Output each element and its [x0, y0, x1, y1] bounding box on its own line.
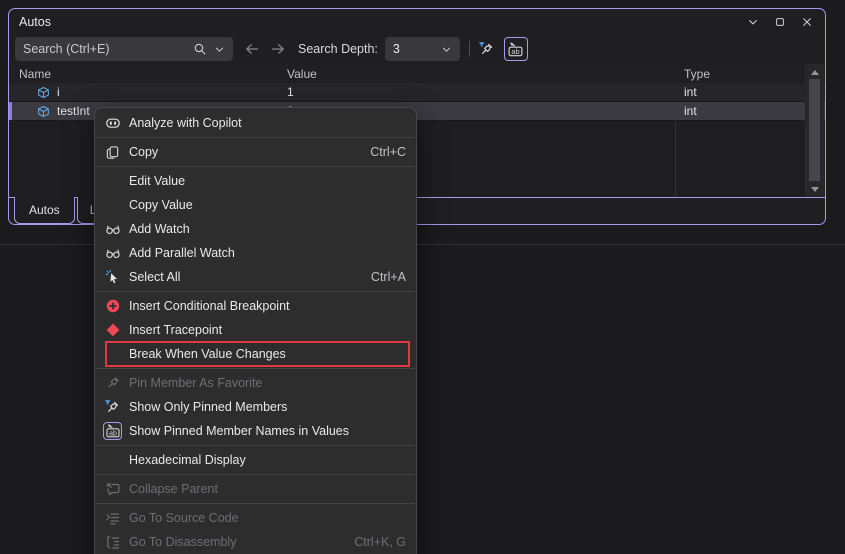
tab-autos[interactable]: Autos	[14, 197, 75, 224]
menu-item-insert-conditional-breakpoint[interactable]: Insert Conditional Breakpoint	[95, 294, 416, 318]
menu-item-break-when-value-changes[interactable]: Break When Value Changes	[95, 342, 416, 366]
toolbar: Search (Ctrl+E) Search Depth:	[9, 34, 825, 64]
menu-item-insert-tracepoint[interactable]: Insert Tracepoint	[95, 318, 416, 342]
variable-name: i	[57, 85, 60, 99]
arrow-right-icon	[270, 41, 286, 57]
pin-icon	[103, 374, 122, 392]
selection-accent-bar	[9, 102, 12, 120]
menu-item-show-pinned-member-names[interactable]: ab Show Pinned Member Names in Values	[95, 419, 416, 443]
window-controls	[742, 12, 818, 32]
scroll-up-arrow[interactable]	[805, 65, 824, 79]
watch-glasses-icon	[103, 220, 122, 238]
menu-item-go-to-source-code[interactable]: Go To Source Code	[95, 506, 416, 530]
menu-item-analyze-with-copilot[interactable]: Analyze with Copilot	[95, 111, 416, 135]
variable-type: int	[676, 83, 825, 101]
grid-header: Name Value Type	[9, 64, 825, 83]
show-only-pinned-members-button[interactable]	[475, 37, 499, 61]
titlebar[interactable]: Autos	[9, 9, 825, 34]
menu-item-add-parallel-watch[interactable]: Add Parallel Watch	[95, 241, 416, 265]
close-icon	[801, 16, 813, 28]
variable-icon	[36, 104, 51, 119]
search-back-button[interactable]	[242, 39, 262, 59]
screenshot-root: Autos	[0, 0, 845, 554]
menu-separator	[96, 137, 415, 138]
search-depth-label: Search Depth:	[298, 42, 378, 56]
menu-item-collapse-parent[interactable]: Collapse Parent	[95, 477, 416, 501]
variable-value[interactable]: 1	[281, 83, 676, 101]
search-icon[interactable]	[193, 42, 207, 56]
conditional-breakpoint-icon	[103, 297, 122, 315]
show-pinned-member-names-button[interactable]: ab	[504, 37, 528, 61]
menu-separator	[96, 368, 415, 369]
go-to-source-icon	[103, 509, 122, 527]
variable-icon	[36, 85, 51, 100]
menu-separator	[96, 291, 415, 292]
svg-text:ab: ab	[512, 47, 520, 56]
go-to-disassembly-icon	[103, 533, 122, 551]
search-input[interactable]: Search (Ctrl+E)	[15, 37, 233, 61]
svg-text:ab: ab	[109, 430, 117, 437]
copy-icon	[103, 143, 122, 161]
menu-item-go-to-disassembly[interactable]: Go To Disassembly Ctrl+K, G	[95, 530, 416, 554]
select-all-icon	[103, 268, 122, 286]
window-title: Autos	[19, 15, 51, 29]
pin-filter-icon	[103, 398, 122, 416]
vertical-scrollbar[interactable]	[805, 64, 824, 197]
close-button[interactable]	[796, 12, 818, 32]
maximize-icon	[774, 16, 786, 28]
scrollbar-thumb[interactable]	[809, 79, 820, 181]
chevron-down-icon	[441, 44, 452, 55]
window-menu-chevron-button[interactable]	[742, 12, 764, 32]
watch-glasses-icon	[103, 244, 122, 262]
menu-item-add-watch[interactable]: Add Watch	[95, 217, 416, 241]
menu-separator	[96, 474, 415, 475]
context-menu: Analyze with Copilot Copy Ctrl+C Edit Va…	[94, 107, 417, 554]
table-row-i[interactable]: i 1 int	[9, 83, 825, 102]
search-depth-select[interactable]: 3	[385, 37, 460, 61]
toolbar-separator	[469, 41, 470, 57]
scroll-down-arrow[interactable]	[805, 182, 824, 196]
menu-item-copy[interactable]: Copy Ctrl+C	[95, 140, 416, 164]
variable-type: int	[676, 102, 825, 120]
variable-name: testInt	[57, 104, 90, 118]
menu-item-select-all[interactable]: Select All Ctrl+A	[95, 265, 416, 289]
chevron-down-icon	[747, 16, 759, 28]
menu-item-copy-value[interactable]: Copy Value	[95, 193, 416, 217]
ab-pin-icon: ab	[507, 41, 524, 58]
column-header-value[interactable]: Value	[281, 64, 676, 83]
maximize-button[interactable]	[769, 12, 791, 32]
arrow-left-icon	[244, 41, 260, 57]
collapse-parent-icon	[103, 480, 122, 498]
menu-separator	[96, 166, 415, 167]
ab-pin-icon: ab	[103, 422, 122, 440]
menu-item-edit-value[interactable]: Edit Value	[95, 169, 416, 193]
menu-item-hexadecimal-display[interactable]: Hexadecimal Display	[95, 448, 416, 472]
menu-item-pin-member-as-favorite[interactable]: Pin Member As Favorite	[95, 371, 416, 395]
menu-separator	[96, 503, 415, 504]
menu-separator	[96, 445, 415, 446]
column-header-type[interactable]: Type	[676, 64, 825, 83]
tracepoint-icon	[103, 321, 122, 339]
search-placeholder: Search (Ctrl+E)	[23, 42, 186, 56]
search-depth-value: 3	[393, 42, 441, 56]
copilot-icon	[103, 114, 122, 132]
menu-item-show-only-pinned-members[interactable]: Show Only Pinned Members	[95, 395, 416, 419]
search-options-chevron-icon[interactable]	[214, 44, 225, 55]
column-header-name[interactable]: Name	[9, 64, 281, 83]
pin-filter-icon	[478, 41, 495, 58]
search-forward-button[interactable]	[268, 39, 288, 59]
